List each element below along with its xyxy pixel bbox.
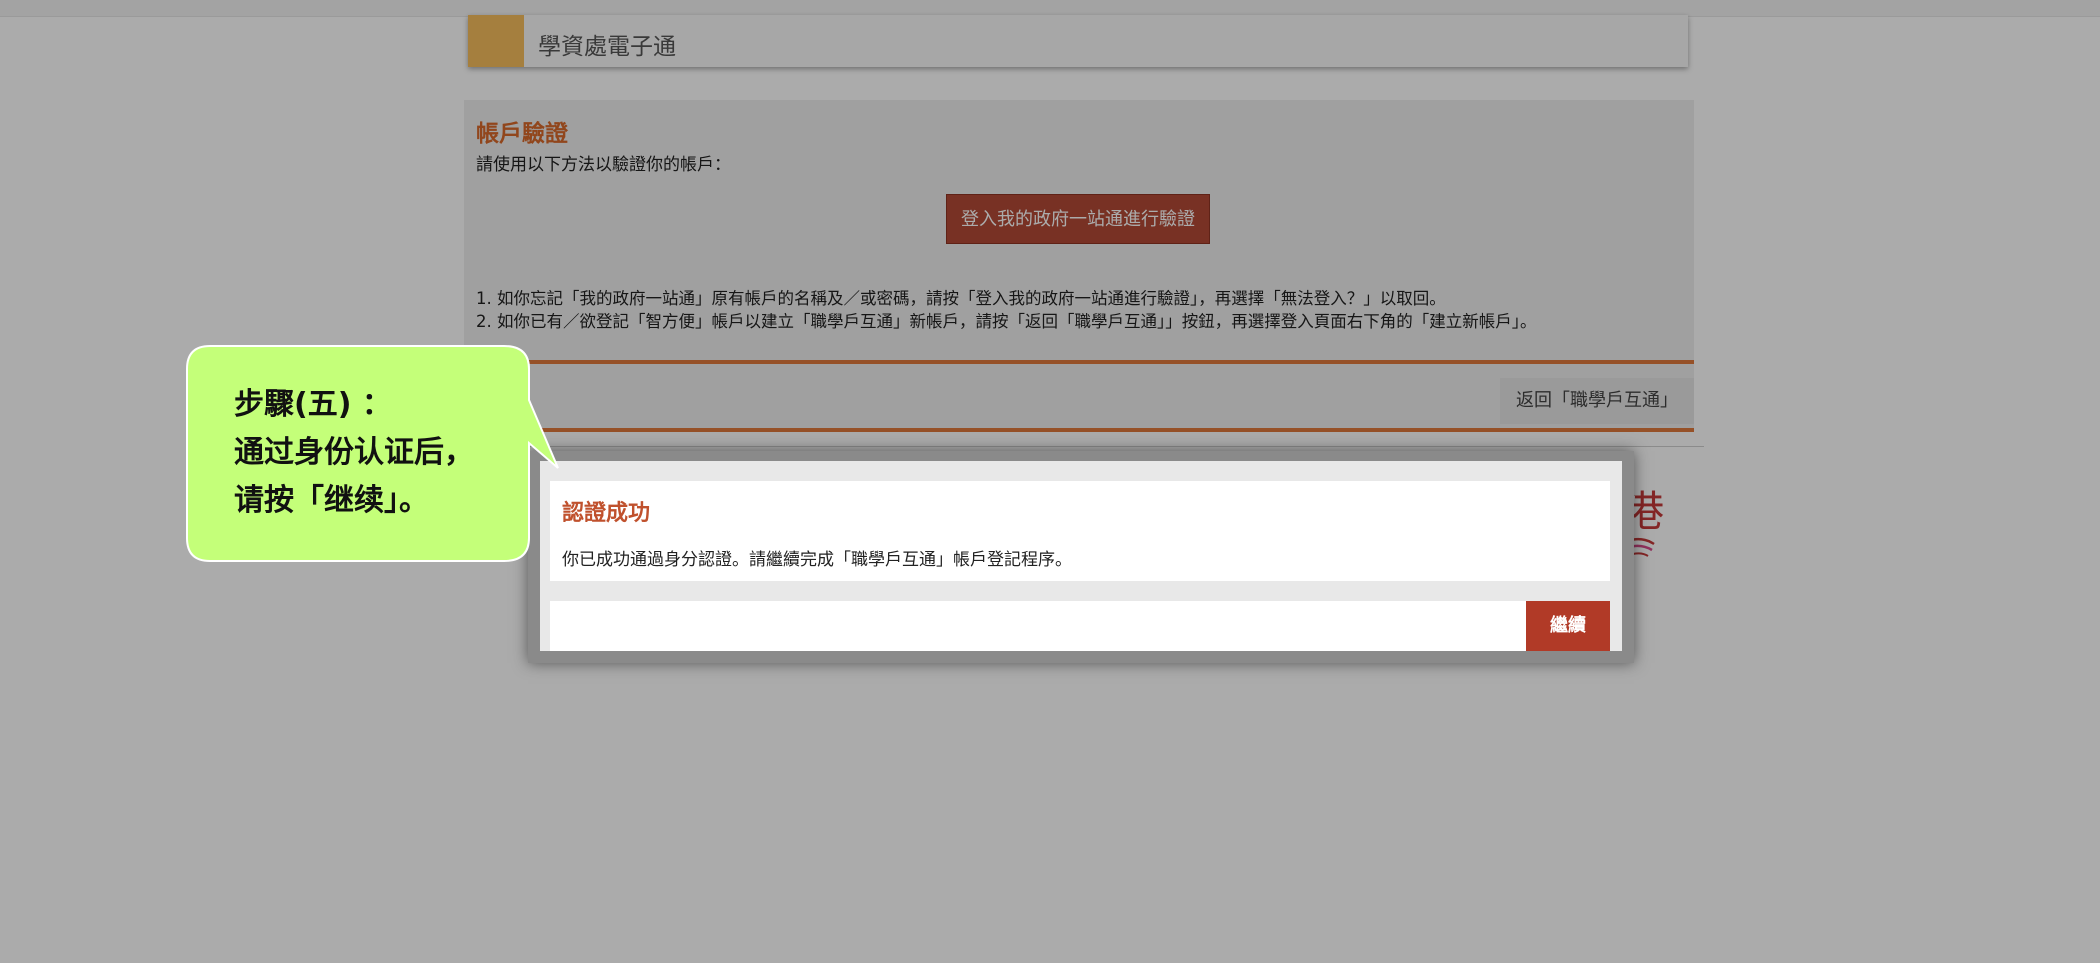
callout-line-2: 通过身份认证后， — [234, 435, 474, 470]
dialog-footer: 繼續 — [550, 601, 1610, 651]
callout-line-3: 请按「继续」。 — [234, 483, 429, 518]
callout-line-1: 步驟(五) ： — [234, 387, 392, 422]
continue-button[interactable]: 繼續 — [1526, 601, 1610, 651]
step-callout: 步驟(五) ： 通过身份认证后， 请按「继续」。 — [186, 345, 559, 562]
success-dialog: 認證成功 你已成功通過身分認證。請繼續完成「職學戶互通」帳戶登記程序。 繼續 — [528, 451, 1634, 663]
dialog-title: 認證成功 — [562, 501, 651, 526]
dialog-container: 認證成功 你已成功通過身分認證。請繼續完成「職學戶互通」帳戶登記程序。 繼續 — [540, 461, 1622, 651]
callout-text: 步驟(五) ： 通过身份认证后， 请按「继续」。 — [234, 381, 474, 525]
dialog-message: 你已成功通過身分認證。請繼續完成「職學戶互通」帳戶登記程序。 — [562, 550, 1072, 570]
dialog-body: 認證成功 你已成功通過身分認證。請繼續完成「職學戶互通」帳戶登記程序。 — [550, 481, 1610, 581]
